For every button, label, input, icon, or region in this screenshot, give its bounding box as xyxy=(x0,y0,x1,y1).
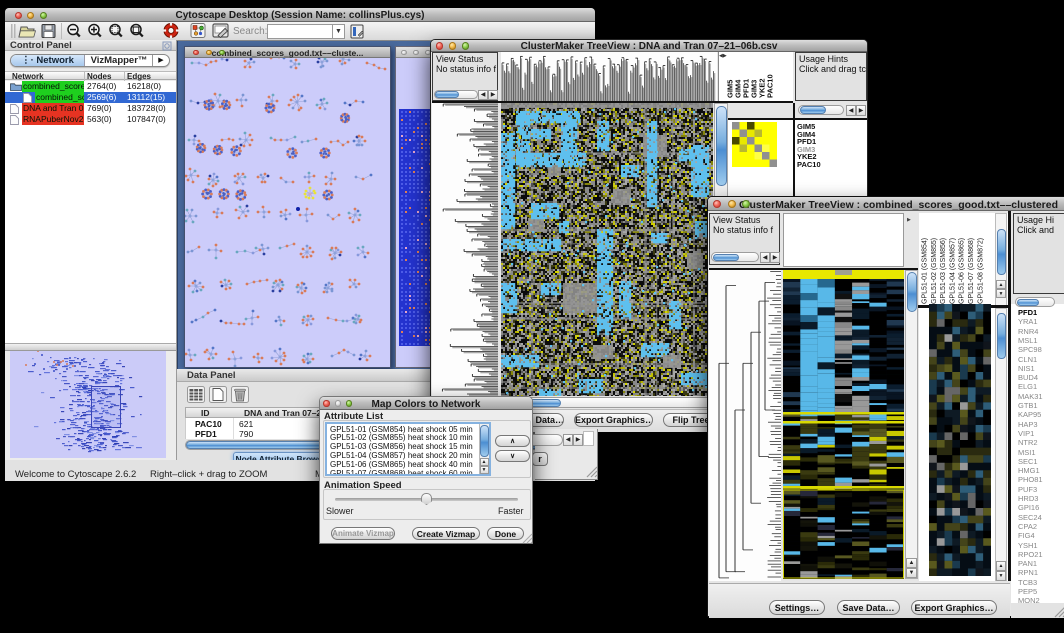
svg-text:GPL51-08 (GSM872): GPL51-08 (GSM872) xyxy=(977,238,984,304)
svg-text:GPL51-04 (GSM857): GPL51-04 (GSM857) xyxy=(949,238,956,304)
svg-text:GPL51-06 (GSM865): GPL51-06 (GSM865) xyxy=(959,238,966,304)
svg-text:GPL51-02 (GSM855): GPL51-02 (GSM855) xyxy=(931,238,938,304)
svg-text:GPL51-01 (GSM854): GPL51-01 (GSM854) xyxy=(922,238,929,304)
svg-text:PAC10: PAC10 xyxy=(766,74,775,98)
svg-text:GPL51-03 (GSM856): GPL51-03 (GSM856) xyxy=(940,238,947,304)
svg-text:GPL51-07 (GSM868): GPL51-07 (GSM868) xyxy=(968,238,975,304)
